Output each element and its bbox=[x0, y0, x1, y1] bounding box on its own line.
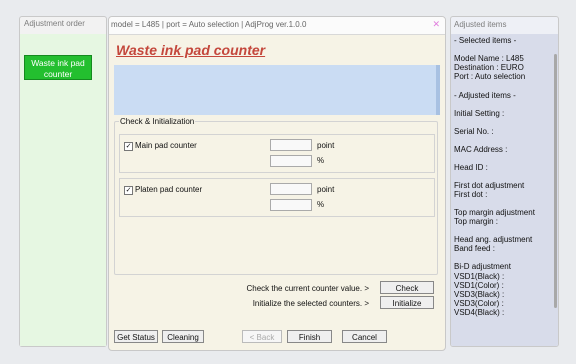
right-item: Top margin : bbox=[454, 217, 499, 226]
right-item: VSD3(Color) : bbox=[454, 299, 504, 308]
platen-pad-point-unit: point bbox=[317, 185, 335, 194]
right-item: Bi-D adjustment bbox=[454, 262, 511, 271]
check-button[interactable]: Check bbox=[380, 281, 434, 294]
main-pad-counter-label: Main pad counter bbox=[135, 141, 197, 150]
right-item: VSD1(Color) : bbox=[454, 281, 504, 290]
main-pad-point-field bbox=[270, 139, 312, 151]
main-pad-percent-unit: % bbox=[317, 156, 325, 165]
right-panel: Adjusted items - Selected items - Model … bbox=[450, 16, 559, 347]
platen-pad-counter-checkbox[interactable]: ✓ bbox=[124, 186, 133, 195]
right-item: Top margin adjustment bbox=[454, 208, 535, 217]
check-instruction: Check the current counter value. > bbox=[246, 284, 369, 293]
left-panel: Adjustment order Waste ink pad counter bbox=[19, 16, 107, 347]
right-item: - Selected items - bbox=[454, 36, 517, 45]
window-title: model = L485 | port = Auto selection | A… bbox=[111, 20, 307, 29]
right-item: First dot adjustment bbox=[454, 181, 525, 190]
info-panel-accent bbox=[436, 65, 440, 115]
right-item: Head ID : bbox=[454, 163, 488, 172]
main-pad-point-unit: point bbox=[317, 141, 335, 150]
right-item: - Adjusted items - bbox=[454, 91, 516, 100]
right-item: VSD1(Black) : bbox=[454, 272, 505, 281]
right-item: VSD4(Black) : bbox=[454, 308, 505, 317]
page-title: Waste ink pad counter bbox=[116, 42, 266, 58]
close-icon[interactable]: ✕ bbox=[432, 20, 440, 29]
right-item: Head ang. adjustment bbox=[454, 235, 533, 244]
platen-pad-percent-unit: % bbox=[317, 200, 325, 209]
info-panel bbox=[114, 65, 440, 115]
initialize-instruction: Initialize the selected counters. > bbox=[252, 299, 369, 308]
right-item: MAC Address : bbox=[454, 145, 508, 154]
right-panel-scrollbar[interactable] bbox=[554, 54, 557, 308]
right-item: First dot : bbox=[454, 190, 488, 199]
left-panel-title: Adjustment order bbox=[24, 19, 85, 28]
main-titlebar: model = L485 | port = Auto selection | A… bbox=[109, 17, 445, 35]
right-panel-title: Adjusted items bbox=[454, 20, 507, 29]
adjusted-items-list: - Selected items - Model Name : L485 Des… bbox=[451, 34, 558, 346]
sidebar-item-waste-ink-pad-counter[interactable]: Waste ink pad counter bbox=[24, 55, 92, 80]
right-item: Initial Setting : bbox=[454, 109, 505, 118]
check-initialization-section: Check & Initialization ✓ Main pad counte… bbox=[114, 117, 438, 275]
right-item: Serial No. : bbox=[454, 127, 494, 136]
back-button[interactable]: < Back bbox=[242, 330, 282, 343]
cancel-button[interactable]: Cancel bbox=[342, 330, 387, 343]
initialize-button[interactable]: Initialize bbox=[380, 296, 434, 309]
left-panel-content: Waste ink pad counter bbox=[20, 34, 106, 346]
main-pad-counter-group: ✓ Main pad counter point % bbox=[119, 134, 435, 173]
right-item: Port : Auto selection bbox=[454, 72, 526, 81]
main-window: model = L485 | port = Auto selection | A… bbox=[108, 16, 446, 351]
main-pad-percent-field bbox=[270, 155, 312, 167]
platen-pad-percent-field bbox=[270, 199, 312, 211]
cleaning-button[interactable]: Cleaning bbox=[162, 330, 204, 343]
right-item: VSD3(Black) : bbox=[454, 290, 505, 299]
main-pad-counter-checkbox[interactable]: ✓ bbox=[124, 142, 133, 151]
right-item: Model Name : L485 bbox=[454, 54, 524, 63]
section-title: Check & Initialization bbox=[119, 117, 196, 126]
platen-pad-counter-label: Platen pad counter bbox=[135, 185, 203, 194]
right-item: Band feed : bbox=[454, 244, 495, 253]
platen-pad-point-field bbox=[270, 183, 312, 195]
right-item: Destination : EURO bbox=[454, 63, 524, 72]
get-status-button[interactable]: Get Status bbox=[114, 330, 158, 343]
platen-pad-counter-group: ✓ Platen pad counter point % bbox=[119, 178, 435, 217]
finish-button[interactable]: Finish bbox=[287, 330, 332, 343]
